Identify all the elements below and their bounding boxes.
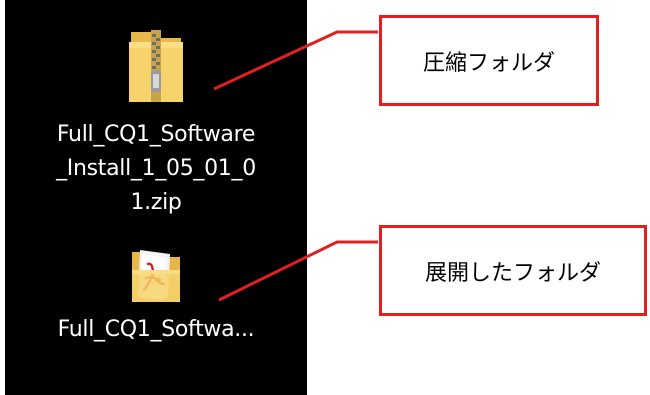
extracted-folder-item[interactable]: Full_CQ1_Softwa... (5, 240, 307, 380)
callout-compressed-folder: 圧縮フォルダ (379, 15, 599, 106)
pdf-folder-icon (132, 250, 180, 302)
desktop-area: Full_CQ1_Software _Install_1_05_01_0 1.z… (5, 0, 307, 395)
callout-extracted-folder: 展開したフォルダ (379, 225, 647, 316)
zip-folder-name-line-1: Full_CQ1_Software (56, 122, 256, 147)
extracted-folder-name: Full_CQ1_Softwa... (57, 317, 255, 342)
callout-extracted-label: 展開したフォルダ (424, 260, 601, 286)
zip-folder-icon (129, 30, 183, 102)
zip-folder-name-line-2: _Install_1_05_01_0 (56, 156, 256, 181)
zip-folder-item[interactable]: Full_CQ1_Software _Install_1_05_01_0 1.z… (5, 0, 307, 240)
callout-compressed-label: 圧縮フォルダ (422, 50, 555, 76)
zip-folder-name-line-3: 1.zip (130, 190, 182, 215)
